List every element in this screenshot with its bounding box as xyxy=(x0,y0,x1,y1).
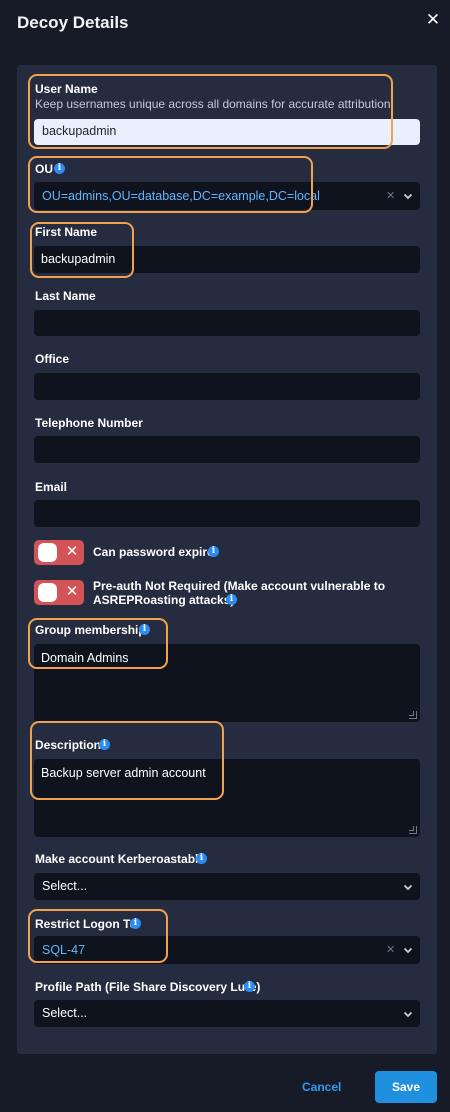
kerberoastable-select[interactable]: Select... xyxy=(34,873,420,900)
kerberoastable-info-icon[interactable]: i xyxy=(196,853,207,864)
profile-path-info-icon[interactable]: i xyxy=(244,981,255,992)
ou-clear-icon[interactable]: ✕ xyxy=(386,189,395,202)
preauth-label-line2: ASREPRoasting attacks) xyxy=(93,593,235,607)
profile-path-select[interactable]: Select... xyxy=(34,1000,420,1027)
profile-path-label: Profile Path (File Share Discovery Lure) xyxy=(35,980,261,994)
password-expire-info-icon[interactable]: i xyxy=(208,546,219,557)
preauth-label-line1: Pre-auth Not Required (Make account vuln… xyxy=(93,579,386,593)
chevron-down-icon[interactable] xyxy=(403,1009,413,1019)
restrict-logon-clear-icon[interactable]: ✕ xyxy=(386,943,395,956)
toggle-knob xyxy=(38,543,57,562)
preauth-info-icon[interactable]: i xyxy=(226,594,237,605)
email-label: Email xyxy=(35,480,68,494)
highlight-ou xyxy=(28,156,313,213)
office-label: Office xyxy=(35,352,70,366)
highlight-restrict-logon xyxy=(28,909,168,963)
last-name-label: Last Name xyxy=(35,289,96,303)
telephone-label: Telephone Number xyxy=(35,416,143,430)
password-expire-toggle[interactable]: ✕ xyxy=(34,540,84,565)
toggle-off-icon: ✕ xyxy=(65,583,79,600)
highlight-description xyxy=(30,721,224,800)
email-input[interactable] xyxy=(34,500,420,527)
close-icon[interactable]: ✕ xyxy=(425,11,441,29)
chevron-down-icon[interactable] xyxy=(403,191,413,201)
last-name-input[interactable] xyxy=(34,310,420,336)
dialog-title: Decoy Details xyxy=(17,13,129,32)
resize-handle-icon[interactable] xyxy=(409,826,417,834)
toggle-knob xyxy=(38,583,57,602)
cancel-button[interactable]: Cancel xyxy=(302,1080,341,1094)
kerberoastable-value: Select... xyxy=(42,879,88,893)
save-button[interactable]: Save xyxy=(375,1071,437,1103)
resize-handle-icon[interactable] xyxy=(409,711,417,719)
kerberoastable-label: Make account Kerberoastable xyxy=(35,852,206,866)
password-expire-label: Can password expire xyxy=(93,545,214,559)
preauth-toggle[interactable]: ✕ xyxy=(34,580,84,605)
highlight-group-membership xyxy=(28,618,168,669)
toggle-off-icon: ✕ xyxy=(65,543,79,560)
telephone-input[interactable] xyxy=(34,436,420,463)
chevron-down-icon[interactable] xyxy=(403,882,413,892)
chevron-down-icon[interactable] xyxy=(403,945,413,955)
highlight-user-name xyxy=(28,74,393,149)
profile-path-value: Select... xyxy=(42,1006,88,1020)
highlight-first-name xyxy=(30,222,134,278)
office-input[interactable] xyxy=(34,373,420,400)
